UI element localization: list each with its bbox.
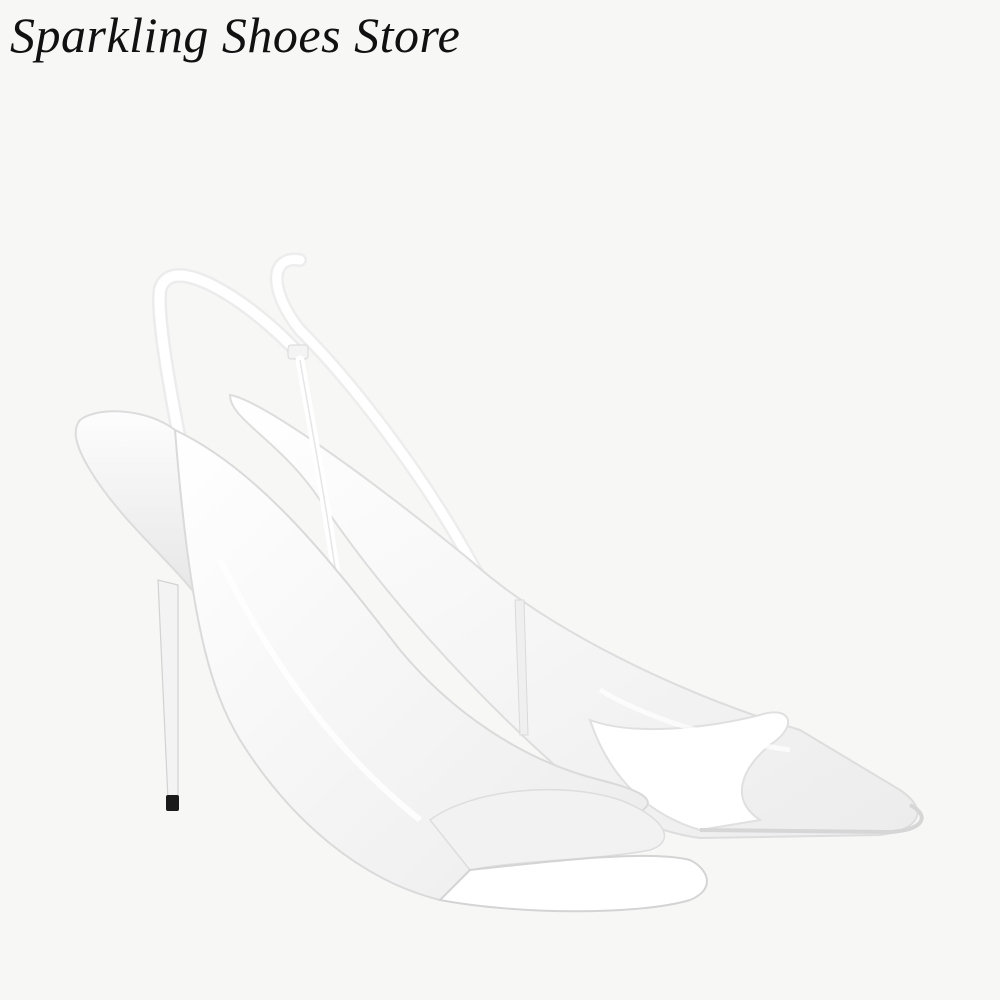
front-shoe-stiletto <box>157 579 179 801</box>
heel-tip <box>166 795 179 811</box>
product-photo <box>74 252 924 913</box>
